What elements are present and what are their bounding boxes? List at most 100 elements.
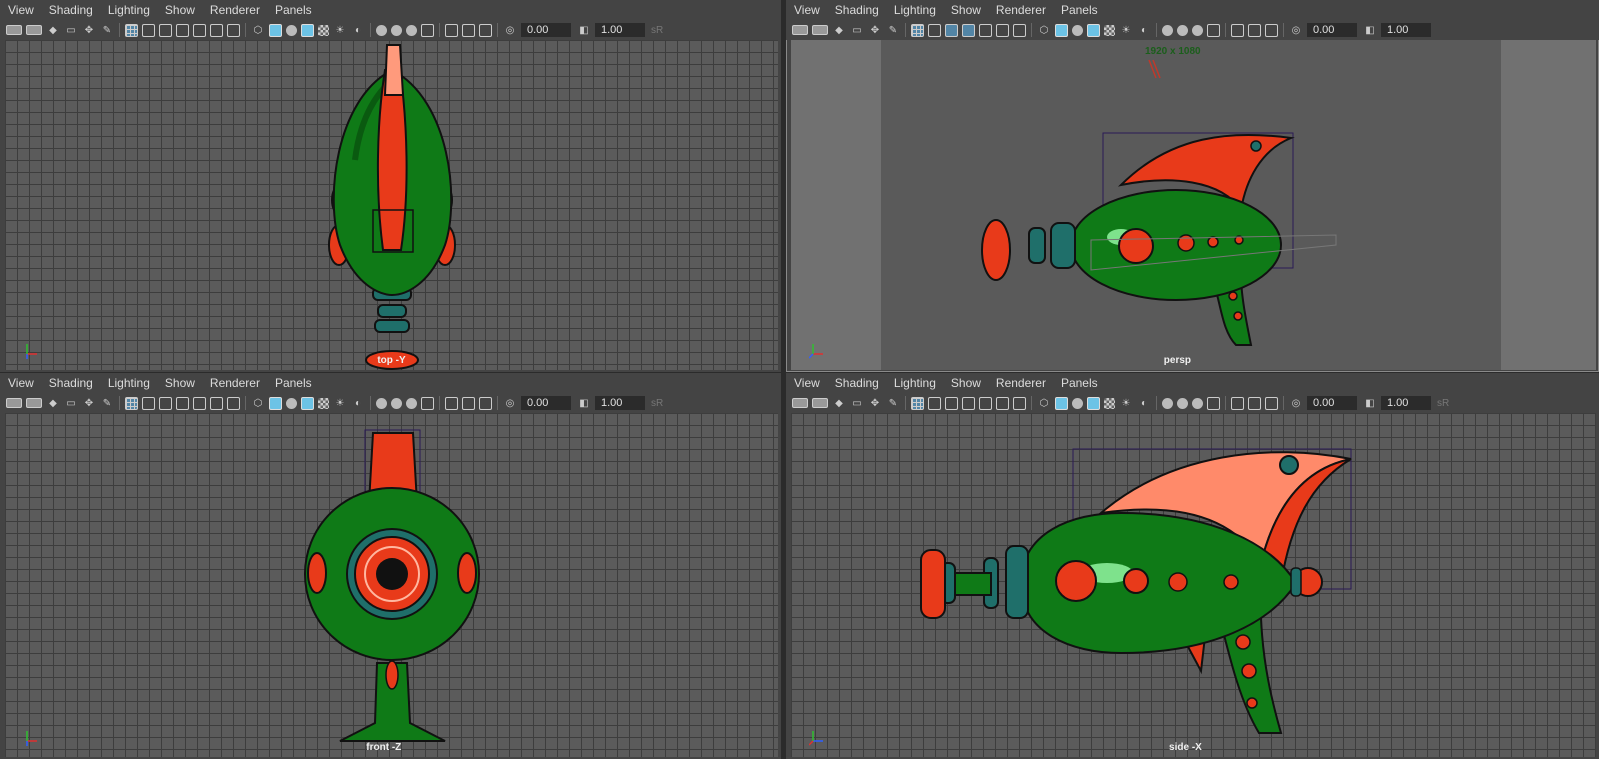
grid-toggle-icon[interactable] xyxy=(911,23,924,37)
wireframe-on-shaded-icon[interactable] xyxy=(1087,23,1100,37)
exposure-field[interactable]: 0.00 xyxy=(1307,396,1357,410)
menu-view[interactable]: View xyxy=(794,376,820,390)
menu-panels[interactable]: Panels xyxy=(1061,376,1098,390)
menu-panels[interactable]: Panels xyxy=(275,376,312,390)
field-chart-icon[interactable] xyxy=(193,396,206,410)
ambient-occlusion-icon[interactable] xyxy=(445,23,458,37)
menu-show[interactable]: Show xyxy=(951,376,981,390)
wireframe-icon[interactable]: ⬡ xyxy=(1037,23,1051,37)
backface-cull-icon[interactable] xyxy=(406,397,417,409)
wireframe-icon[interactable]: ⬡ xyxy=(251,23,265,37)
bookmark-icon[interactable]: ◆ xyxy=(832,23,846,37)
menu-view[interactable]: View xyxy=(8,3,34,17)
view-transform-label[interactable]: sR xyxy=(651,396,663,410)
menu-lighting[interactable]: Lighting xyxy=(108,3,150,17)
menu-renderer[interactable]: Renderer xyxy=(210,3,260,17)
select-camera-icon[interactable] xyxy=(6,398,22,408)
xray-joints-icon[interactable] xyxy=(391,24,402,36)
motion-blur-icon[interactable] xyxy=(462,23,475,37)
film-gate-icon[interactable] xyxy=(928,23,941,37)
anti-alias-icon[interactable] xyxy=(479,396,492,410)
isolate-select-icon[interactable] xyxy=(1207,396,1220,410)
motion-blur-icon[interactable] xyxy=(1248,396,1261,410)
exposure-field[interactable]: 0.00 xyxy=(521,396,571,410)
anti-alias-icon[interactable] xyxy=(1265,396,1278,410)
isolate-select-icon[interactable] xyxy=(1207,23,1220,37)
smooth-shade-icon[interactable] xyxy=(1055,23,1068,37)
menu-view[interactable]: View xyxy=(8,376,34,390)
menu-view[interactable]: View xyxy=(794,3,820,17)
image-plane-icon[interactable]: ▭ xyxy=(64,396,78,410)
select-camera-icon[interactable] xyxy=(6,25,22,35)
view-transform-label[interactable]: sR xyxy=(1437,396,1449,410)
menu-shading[interactable]: Shading xyxy=(835,3,879,17)
resolution-gate-icon[interactable] xyxy=(945,396,958,410)
use-lights-icon[interactable]: ☀ xyxy=(333,396,347,410)
gate-mask-icon[interactable] xyxy=(176,396,189,410)
shadows-icon[interactable]: ◐ xyxy=(351,23,365,37)
gate-mask-icon[interactable] xyxy=(962,23,975,37)
wireframe-icon[interactable]: ⬡ xyxy=(251,396,265,410)
grid-toggle-icon[interactable] xyxy=(911,396,924,410)
twod-pan-zoom-icon[interactable]: ✥ xyxy=(868,23,882,37)
default-material-icon[interactable] xyxy=(1072,24,1083,36)
grease-pencil-icon[interactable]: ✎ xyxy=(886,23,900,37)
camera-attributes-icon[interactable] xyxy=(26,25,42,35)
smooth-shade-icon[interactable] xyxy=(1055,396,1068,410)
image-plane-icon[interactable]: ▭ xyxy=(850,23,864,37)
grid-toggle-icon[interactable] xyxy=(125,23,138,37)
viewport-pane-persp[interactable]: View Shading Lighting Show Renderer Pane… xyxy=(786,0,1599,372)
backface-cull-icon[interactable] xyxy=(406,24,417,36)
safe-title-icon[interactable] xyxy=(1013,396,1026,410)
backface-cull-icon[interactable] xyxy=(1192,397,1203,409)
viewport-canvas[interactable]: top -Y xyxy=(5,40,778,370)
ambient-occlusion-icon[interactable] xyxy=(1231,23,1244,37)
exposure-icon[interactable]: ◎ xyxy=(1289,23,1303,37)
xray-joints-icon[interactable] xyxy=(1177,397,1188,409)
gamma-field[interactable]: 1.00 xyxy=(595,23,645,37)
gamma-icon[interactable]: ◧ xyxy=(1363,23,1377,37)
resolution-gate-icon[interactable] xyxy=(159,23,172,37)
ambient-occlusion-icon[interactable] xyxy=(445,396,458,410)
menu-show[interactable]: Show xyxy=(165,3,195,17)
xray-icon[interactable] xyxy=(376,24,387,36)
image-plane-icon[interactable]: ▭ xyxy=(64,23,78,37)
xray-icon[interactable] xyxy=(1162,24,1173,36)
gamma-icon[interactable]: ◧ xyxy=(577,23,591,37)
viewport-canvas[interactable]: 1920 x 1080 persp xyxy=(791,40,1596,370)
twod-pan-zoom-icon[interactable]: ✥ xyxy=(868,396,882,410)
menu-shading[interactable]: Shading xyxy=(835,376,879,390)
gamma-field[interactable]: 1.00 xyxy=(1381,396,1431,410)
safe-action-icon[interactable] xyxy=(210,396,223,410)
default-material-icon[interactable] xyxy=(286,397,297,409)
field-chart-icon[interactable] xyxy=(979,23,992,37)
film-gate-icon[interactable] xyxy=(142,23,155,37)
textured-icon[interactable] xyxy=(318,397,329,409)
xray-joints-icon[interactable] xyxy=(1177,24,1188,36)
camera-attributes-icon[interactable] xyxy=(812,398,828,408)
shadows-icon[interactable]: ◐ xyxy=(1137,23,1151,37)
view-transform-label[interactable]: sR xyxy=(651,23,663,37)
image-plane-icon[interactable]: ▭ xyxy=(850,396,864,410)
gamma-icon[interactable]: ◧ xyxy=(577,396,591,410)
motion-blur-icon[interactable] xyxy=(1248,23,1261,37)
shadows-icon[interactable]: ◐ xyxy=(351,396,365,410)
default-material-icon[interactable] xyxy=(286,24,297,36)
menu-show[interactable]: Show xyxy=(165,376,195,390)
field-chart-icon[interactable] xyxy=(193,23,206,37)
textured-icon[interactable] xyxy=(1104,397,1115,409)
field-chart-icon[interactable] xyxy=(979,396,992,410)
menu-panels[interactable]: Panels xyxy=(275,3,312,17)
gamma-field[interactable]: 1.00 xyxy=(1381,23,1431,37)
menu-renderer[interactable]: Renderer xyxy=(210,376,260,390)
grid-toggle-icon[interactable] xyxy=(125,396,138,410)
grease-pencil-icon[interactable]: ✎ xyxy=(886,396,900,410)
textured-icon[interactable] xyxy=(318,24,329,36)
viewport-pane-top[interactable]: View Shading Lighting Show Renderer Pane… xyxy=(0,0,781,372)
isolate-select-icon[interactable] xyxy=(421,396,434,410)
default-material-icon[interactable] xyxy=(1072,397,1083,409)
viewport-canvas[interactable]: side -X xyxy=(791,413,1596,757)
menu-lighting[interactable]: Lighting xyxy=(894,376,936,390)
select-camera-icon[interactable] xyxy=(792,398,808,408)
safe-action-icon[interactable] xyxy=(210,23,223,37)
